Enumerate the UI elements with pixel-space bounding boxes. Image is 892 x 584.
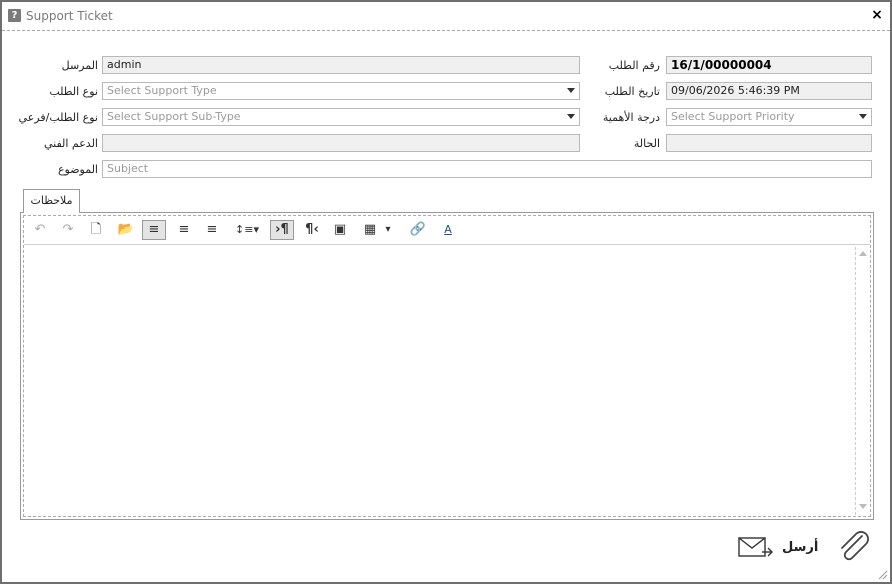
request-date-field[interactable]: 09/06/2026 5:46:39 PM bbox=[666, 82, 872, 100]
align-right-button[interactable]: ≡ bbox=[200, 220, 224, 240]
request-type-placeholder: Select Support Type bbox=[107, 84, 217, 97]
title-bar: ? Support Ticket × bbox=[2, 2, 890, 31]
request-type-select[interactable]: Select Support Type bbox=[102, 82, 580, 100]
ltr-paragraph-icon: ›¶ bbox=[275, 222, 289, 237]
align-left-icon: ≡ bbox=[148, 222, 160, 237]
redo-icon: ↷ bbox=[62, 222, 74, 237]
attach-button[interactable] bbox=[836, 530, 872, 564]
text-box-button[interactable]: A bbox=[436, 220, 460, 240]
status-label: الحالة bbox=[633, 137, 660, 150]
text-box-icon: A bbox=[444, 223, 452, 236]
editor-toolbar: ↶ ↷ 🗋 📂 ≡ ≡ ≡ ↕≡▾ ›¶ ¶‹ ▣ ▦ ▾ 🔗 A bbox=[24, 216, 870, 245]
notes-editor: ↶ ↷ 🗋 📂 ≡ ≡ ≡ ↕≡▾ ›¶ ¶‹ ▣ ▦ ▾ 🔗 A bbox=[23, 215, 871, 517]
tab-notes[interactable]: ملاحظات bbox=[23, 189, 80, 213]
tech-support-field[interactable] bbox=[102, 134, 580, 152]
request-number-field[interactable]: 16/1/00000004 bbox=[666, 56, 872, 74]
support-ticket-window: ? Support Ticket × المرسل admin نوع الطل… bbox=[0, 0, 892, 584]
align-center-icon: ≡ bbox=[178, 222, 190, 237]
resize-grip-icon[interactable] bbox=[878, 570, 888, 580]
line-spacing-icon: ↕≡▾ bbox=[235, 223, 259, 236]
close-button[interactable]: × bbox=[868, 6, 886, 24]
request-number-label: رقم الطلب bbox=[608, 59, 660, 72]
open-file-button[interactable]: 📂 bbox=[114, 220, 138, 240]
priority-placeholder: Select Support Priority bbox=[671, 110, 795, 123]
send-button[interactable]: أرسل bbox=[736, 534, 819, 562]
chevron-down-icon bbox=[859, 114, 867, 119]
new-document-button[interactable]: 🗋 bbox=[84, 220, 108, 240]
status-field[interactable] bbox=[666, 134, 872, 152]
priority-select[interactable]: Select Support Priority bbox=[666, 108, 872, 126]
request-subtype-placeholder: Select Support Sub-Type bbox=[107, 110, 241, 123]
sender-label: المرسل bbox=[61, 59, 98, 72]
undo-button[interactable]: ↶ bbox=[28, 220, 52, 240]
insert-table-button[interactable]: ▦ bbox=[358, 220, 382, 240]
request-type-label: نوع الطلب bbox=[49, 85, 98, 98]
rtl-paragraph-icon: ¶‹ bbox=[305, 222, 319, 237]
align-center-button[interactable]: ≡ bbox=[172, 220, 196, 240]
chevron-down-icon bbox=[567, 114, 575, 119]
paperclip-icon bbox=[841, 531, 869, 561]
ltr-paragraph-button[interactable]: ›¶ bbox=[270, 220, 294, 240]
send-label: أرسل bbox=[782, 540, 819, 555]
vertical-scrollbar[interactable] bbox=[855, 247, 870, 515]
rtl-paragraph-button[interactable]: ¶‹ bbox=[300, 220, 324, 240]
request-date-label: تاريخ الطلب bbox=[604, 85, 660, 98]
redo-button[interactable]: ↷ bbox=[56, 220, 80, 240]
notes-editor-frame: ↶ ↷ 🗋 📂 ≡ ≡ ≡ ↕≡▾ ›¶ ¶‹ ▣ ▦ ▾ 🔗 A bbox=[20, 212, 874, 520]
scroll-up-icon[interactable] bbox=[859, 251, 867, 256]
help-icon: ? bbox=[8, 9, 21, 22]
window-title: Support Ticket bbox=[26, 9, 113, 23]
priority-label: درجة الأهمية bbox=[602, 111, 660, 124]
sender-value: admin bbox=[107, 58, 142, 71]
subject-placeholder: Subject bbox=[107, 162, 149, 175]
line-spacing-button[interactable]: ↕≡▾ bbox=[230, 220, 264, 240]
request-date-value: 09/06/2026 5:46:39 PM bbox=[671, 84, 800, 97]
request-number-value: 16/1/00000004 bbox=[671, 58, 772, 72]
send-mail-icon bbox=[738, 537, 773, 557]
sender-field[interactable]: admin bbox=[102, 56, 580, 74]
insert-image-button[interactable]: ▣ bbox=[328, 220, 352, 240]
table-dropdown-icon: ▾ bbox=[385, 224, 391, 235]
chevron-down-icon bbox=[567, 88, 575, 93]
request-subtype-select[interactable]: Select Support Sub-Type bbox=[102, 108, 580, 126]
open-folder-icon: 📂 bbox=[117, 222, 135, 237]
new-document-icon: 🗋 bbox=[90, 222, 102, 237]
insert-link-icon: 🔗 bbox=[409, 222, 427, 237]
insert-link-button[interactable]: 🔗 bbox=[406, 220, 430, 240]
tech-support-label: الدعم الفني bbox=[43, 137, 98, 150]
align-left-button[interactable]: ≡ bbox=[142, 220, 166, 240]
undo-icon: ↶ bbox=[34, 222, 46, 237]
insert-image-icon: ▣ bbox=[333, 222, 347, 237]
scroll-down-icon[interactable] bbox=[859, 504, 867, 509]
subject-input[interactable]: Subject bbox=[102, 160, 872, 178]
notes-content-area[interactable] bbox=[24, 245, 870, 515]
insert-table-icon: ▦ bbox=[363, 222, 377, 237]
table-dropdown-button[interactable]: ▾ bbox=[380, 220, 396, 240]
align-right-icon: ≡ bbox=[206, 222, 218, 237]
subject-label: الموضوع bbox=[57, 163, 98, 176]
request-subtype-label: نوع الطلب/فرعي bbox=[18, 111, 98, 124]
